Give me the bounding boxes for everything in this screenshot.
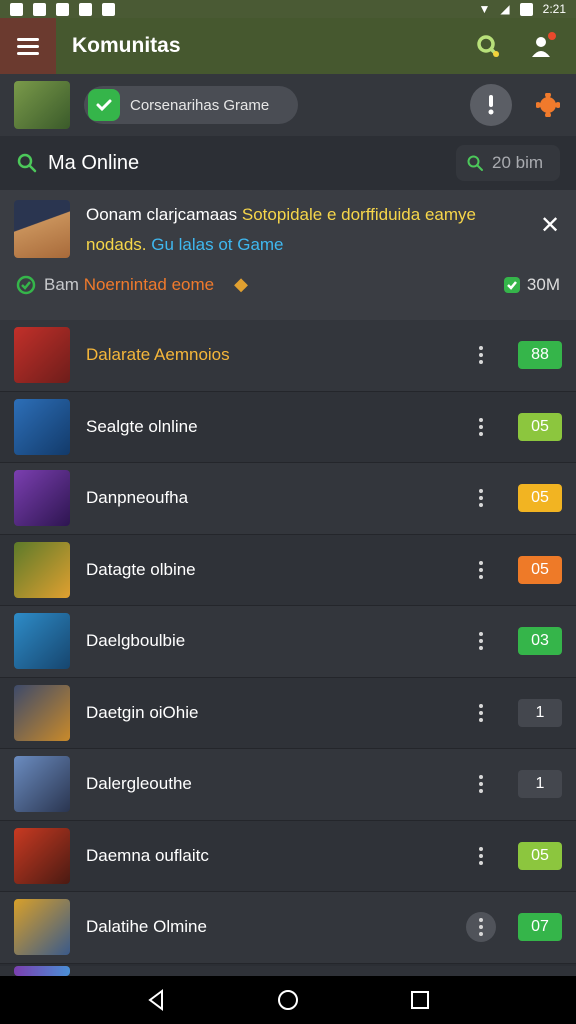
signal-icon: ◢ bbox=[500, 2, 510, 16]
clock: 2:21 bbox=[542, 2, 566, 16]
status-bar: ▼ ◢ 2:21 bbox=[0, 0, 576, 18]
recents-icon[interactable] bbox=[410, 990, 430, 1010]
banner-message: Oonam clarjcamaas Sotopidale e dorffidui… bbox=[86, 205, 476, 254]
game-name: Sealgte olnline bbox=[86, 416, 198, 436]
menu-button[interactable] bbox=[0, 18, 56, 74]
game-avatar bbox=[14, 756, 70, 813]
game-name: Daetgin oiOhie bbox=[86, 702, 199, 722]
more-options-icon[interactable] bbox=[466, 412, 496, 442]
game-avatar bbox=[14, 327, 70, 384]
shield-icon: ◆ bbox=[234, 274, 248, 294]
list-item[interactable]: Dalarate Aemnoios 88 bbox=[0, 320, 576, 392]
filter-bar: Corsenarihas Grame bbox=[0, 74, 576, 136]
list-item[interactable]: Daetgin oiOhie 1 bbox=[0, 677, 576, 749]
check-icon bbox=[88, 89, 120, 121]
more-options-icon[interactable] bbox=[466, 483, 496, 513]
game-avatar bbox=[14, 470, 70, 527]
back-icon[interactable] bbox=[146, 989, 166, 1011]
list-item[interactable]: Datagte olbine 05 bbox=[0, 534, 576, 606]
search-input[interactable]: 20 bim bbox=[456, 145, 560, 181]
search-icon bbox=[17, 153, 37, 173]
banner-status: Bam Noernintad eome bbox=[44, 274, 215, 294]
game-name: Dalatihe Olmine bbox=[86, 917, 207, 937]
page-title: Komunitas bbox=[72, 34, 181, 57]
game-avatar bbox=[14, 541, 70, 598]
gear-icon bbox=[536, 93, 560, 117]
count-badge: 05 bbox=[518, 484, 562, 513]
battery-icon bbox=[519, 2, 533, 16]
settings-button[interactable] bbox=[534, 91, 562, 119]
check-box-icon bbox=[503, 276, 520, 293]
count-badge: 05 bbox=[518, 412, 562, 441]
notifications-button[interactable] bbox=[522, 26, 562, 66]
close-button[interactable]: ✕ bbox=[538, 214, 562, 238]
info-button[interactable] bbox=[470, 84, 512, 126]
game-name: Daelgboulbie bbox=[86, 631, 186, 651]
promo-banner: Oonam clarjcamaas Sotopidale e dorffidui… bbox=[0, 190, 576, 320]
filter-chip[interactable]: Corsenarihas Grame bbox=[84, 86, 298, 124]
search-icon bbox=[467, 155, 483, 171]
notification-icon bbox=[102, 2, 115, 16]
game-avatar bbox=[14, 899, 70, 956]
count-badge: 1 bbox=[518, 770, 562, 799]
notification-dot bbox=[548, 32, 556, 40]
chip-label: Corsenarihas Grame bbox=[130, 96, 270, 114]
search-pill-text: 20 bim bbox=[492, 153, 544, 172]
system-nav-bar bbox=[0, 976, 576, 1024]
check-circle-icon bbox=[16, 275, 36, 294]
notification-icon bbox=[56, 2, 69, 16]
search-icon bbox=[477, 35, 499, 57]
notification-icon bbox=[33, 2, 46, 16]
more-options-icon[interactable] bbox=[466, 626, 496, 656]
home-icon[interactable] bbox=[277, 989, 299, 1011]
notification-icon bbox=[10, 2, 23, 16]
game-name: Danpneoufha bbox=[86, 488, 189, 508]
list-item[interactable]: Dalergleouthe 1 bbox=[0, 749, 576, 821]
list-item[interactable]: Daemna ouflaitc 05 bbox=[0, 820, 576, 892]
list-item[interactable]: Danpneoufha 05 bbox=[0, 463, 576, 535]
count-badge: 03 bbox=[518, 627, 562, 656]
game-avatar bbox=[14, 613, 70, 670]
banner-avatar bbox=[14, 200, 70, 258]
more-options-icon[interactable] bbox=[466, 340, 496, 370]
more-options-icon[interactable] bbox=[466, 841, 496, 871]
game-avatar bbox=[14, 684, 70, 741]
list-item[interactable]: Dalatihe Olmine 07 bbox=[0, 892, 576, 964]
count-badge: 05 bbox=[518, 841, 562, 870]
count-badge: 1 bbox=[518, 698, 562, 727]
more-options-icon[interactable] bbox=[466, 698, 496, 728]
more-options-icon[interactable] bbox=[466, 769, 496, 799]
list-item-partial bbox=[0, 966, 576, 976]
more-options-icon[interactable] bbox=[466, 555, 496, 585]
app-bar: Komunitas bbox=[0, 18, 576, 74]
game-name: Dalergleouthe bbox=[86, 774, 192, 794]
search-button[interactable] bbox=[468, 26, 508, 66]
count-badge: 88 bbox=[518, 341, 562, 370]
wifi-icon: ▼ bbox=[478, 2, 491, 16]
game-name: Daemna ouflaitc bbox=[86, 845, 209, 865]
hamburger-icon bbox=[17, 37, 39, 41]
community-avatar[interactable] bbox=[14, 81, 70, 129]
section-title: Ma Online bbox=[48, 151, 140, 174]
count-badge: 05 bbox=[518, 555, 562, 584]
list-item[interactable]: Sealgte olnline 05 bbox=[0, 391, 576, 463]
exclamation-icon bbox=[488, 95, 494, 115]
online-header: Ma Online 20 bim bbox=[0, 136, 576, 190]
game-avatar bbox=[14, 398, 70, 455]
game-name: Datagte olbine bbox=[86, 559, 196, 579]
game-avatar bbox=[14, 827, 70, 884]
more-options-icon[interactable] bbox=[466, 912, 496, 943]
game-name: Dalarate Aemnoios bbox=[86, 345, 230, 365]
banner-value: 30M bbox=[526, 274, 560, 294]
close-icon: ✕ bbox=[539, 212, 561, 239]
count-badge: 07 bbox=[518, 913, 562, 942]
game-list: Dalarate Aemnoios 88 Sealgte olnline 05 Danp… bbox=[0, 320, 576, 964]
list-item[interactable]: Daelgboulbie 03 bbox=[0, 606, 576, 678]
notification-icon bbox=[79, 2, 92, 16]
